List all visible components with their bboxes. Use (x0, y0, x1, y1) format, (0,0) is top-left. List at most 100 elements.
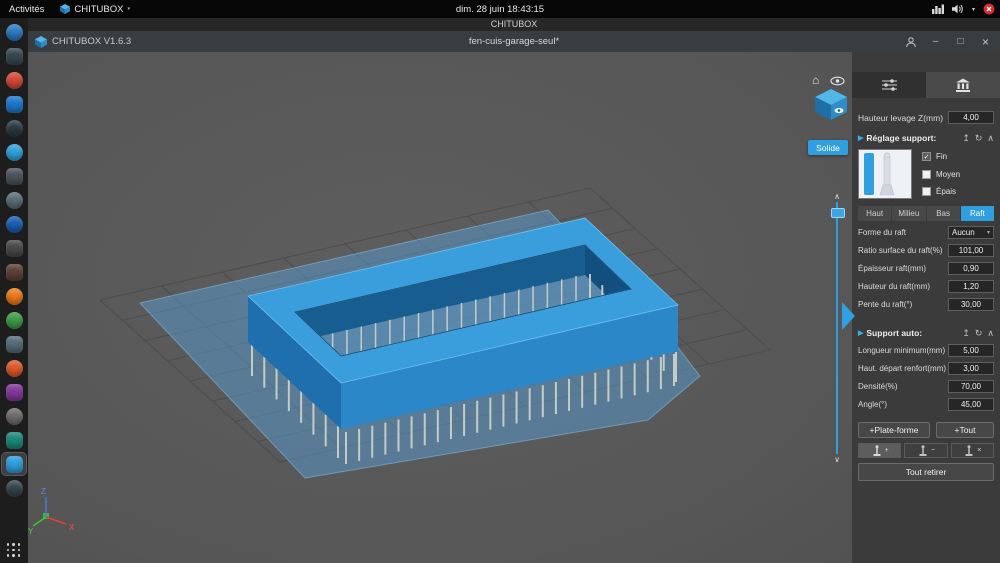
raft-thickness-input[interactable] (948, 261, 994, 275)
app-title-strip[interactable]: CHITUBOX (28, 18, 1000, 31)
dock-app-10[interactable] (2, 237, 26, 259)
tab-bas[interactable]: Bas (926, 206, 961, 221)
volume-icon[interactable] (951, 4, 964, 14)
add-all-supports-button[interactable]: +Tout (936, 422, 994, 438)
user-icon (905, 36, 916, 47)
dock-app-13[interactable] (2, 309, 26, 331)
thickness-epais-label: Épais (936, 187, 957, 196)
view-cube-widget[interactable]: ⌂ (810, 74, 852, 138)
activities-button[interactable]: Activités (9, 4, 44, 15)
dock-app-9[interactable] (2, 213, 26, 235)
app-version-label: CHITUBOX V1.6.3 (52, 36, 132, 47)
window-title-bar[interactable]: CHITUBOX V1.6.3 fen-cuis-garage-seul* – … (28, 31, 1000, 52)
dock-app-icon (5, 335, 23, 353)
tab-milieu[interactable]: Milieu (892, 206, 927, 221)
3d-scene-canvas[interactable]: Z Y X (28, 52, 852, 563)
tab-support[interactable] (926, 72, 1000, 98)
thickness-fin-checkbox[interactable]: ✓ (922, 152, 931, 161)
angle-input[interactable] (948, 397, 994, 411)
slider-up-icon[interactable]: ∧ (834, 192, 840, 201)
remove-all-supports-button[interactable]: Tout retirer (858, 463, 994, 481)
slider-handle[interactable] (831, 208, 845, 218)
minimize-button[interactable]: – (923, 31, 948, 52)
lift-height-input[interactable] (948, 111, 994, 124)
slider-down-icon[interactable]: ∨ (834, 455, 840, 464)
show-applications-icon[interactable] (6, 543, 22, 558)
dock-app-15[interactable] (2, 357, 26, 379)
dock-app-11[interactable] (2, 261, 26, 283)
dock-app-8[interactable] (2, 189, 26, 211)
raft-thickness-label: Épaisseur raft(mm) (858, 263, 927, 273)
edit-support-button[interactable]: − (904, 443, 948, 458)
thickness-fin-option[interactable]: ✓ Fin (922, 152, 994, 161)
raft-slope-input[interactable] (948, 297, 994, 311)
dock-app-3[interactable] (2, 69, 26, 91)
tab-settings[interactable] (852, 72, 926, 98)
reinforcement-start-height-input[interactable] (948, 361, 994, 375)
dock-app-20[interactable] (2, 477, 26, 499)
thickness-moyen-checkbox[interactable] (922, 169, 931, 179)
raft-height-input[interactable] (948, 279, 994, 293)
collapse-auto-icon[interactable]: ∧ (987, 328, 994, 339)
panel-collapse-handle[interactable] (842, 302, 855, 330)
density-label: Densité(%) (858, 381, 898, 391)
thickness-epais-checkbox[interactable] (922, 187, 931, 196)
system-menu-caret-icon[interactable]: ▾ (972, 6, 975, 13)
dock-app-7[interactable] (2, 165, 26, 187)
export-auto-icon[interactable]: ↥ (962, 328, 970, 339)
dock-app-14[interactable] (2, 333, 26, 355)
section-arrow-icon[interactable]: ▶ (858, 329, 863, 337)
home-view-icon[interactable]: ⌂ (812, 74, 819, 86)
tab-raft[interactable]: Raft (960, 206, 994, 221)
reinforcement-label: Haut. départ renfort(mm) (858, 363, 947, 373)
add-support-button[interactable]: + (858, 443, 902, 458)
thickness-epais-option[interactable]: Épais (922, 187, 994, 196)
dock-app-16[interactable] (2, 381, 26, 403)
thickness-moyen-option[interactable]: Moyen (922, 169, 994, 179)
section-arrow-icon[interactable]: ▶ (858, 134, 863, 142)
dock-app-5[interactable] (2, 117, 26, 139)
auto-support-header: ▶ Support auto: ↥ ↻ ∧ (858, 327, 994, 339)
collapse-section-icon[interactable]: ∧ (987, 133, 994, 144)
raft-slope-label: Pente du raft(°) (858, 299, 913, 309)
dock-app-17[interactable] (2, 405, 26, 427)
view-cube-icon[interactable] (813, 87, 849, 121)
export-settings-icon[interactable]: ↥ (962, 133, 970, 144)
dock-app-2[interactable] (2, 45, 26, 67)
density-row: Densité(%) (858, 379, 994, 393)
reset-auto-icon[interactable]: ↻ (975, 328, 983, 339)
dock-app-19[interactable] (1, 452, 27, 476)
clock[interactable]: dim. 28 juin 18:43:15 (0, 4, 1000, 15)
slider-track[interactable] (831, 202, 845, 454)
eye-icon[interactable] (830, 76, 845, 86)
recording-indicator-icon[interactable] (983, 3, 995, 15)
app-menu-button[interactable]: CHITUBOX ▾ (60, 4, 130, 15)
raft-shape-select[interactable]: Aucun ▾ (948, 225, 994, 239)
dock-app-1[interactable] (2, 21, 26, 43)
account-button[interactable] (898, 31, 923, 52)
dock-app-12[interactable] (2, 285, 26, 307)
app-menu-label: CHITUBOX (74, 3, 124, 15)
dock-app-4[interactable] (2, 93, 26, 115)
system-monitor-icon[interactable] (931, 4, 944, 14)
delete-support-button[interactable]: × (950, 443, 994, 458)
support-preview-image (859, 150, 911, 198)
tab-haut[interactable]: Haut (858, 206, 893, 221)
dock-app-6[interactable] (2, 141, 26, 163)
close-button[interactable]: × (973, 31, 998, 52)
min-length-row: Longueur minimum(mm) (858, 343, 994, 357)
support-settings-header: ▶ Réglage support: ↥ ↻ ∧ (858, 132, 994, 144)
raft-surface-label: Ratio surface du raft(%) (858, 245, 943, 255)
reset-settings-icon[interactable]: ↻ (975, 133, 983, 144)
raft-shape-value: Aucun (952, 227, 975, 237)
reinforcement-row: Haut. départ renfort(mm) (858, 361, 994, 375)
density-input[interactable] (948, 379, 994, 393)
min-length-input[interactable] (948, 343, 994, 357)
render-mode-button[interactable]: Solide (808, 140, 848, 155)
raft-surface-ratio-input[interactable] (948, 243, 994, 257)
maximize-button[interactable]: □ (948, 31, 973, 52)
gnome-top-bar: Activités CHITUBOX ▾ dim. 28 juin 18:43:… (0, 0, 1000, 18)
support-settings-title: Réglage support: (866, 133, 937, 143)
add-platform-supports-button[interactable]: +Plate-forme (858, 422, 930, 438)
dock-app-18[interactable] (2, 429, 26, 451)
